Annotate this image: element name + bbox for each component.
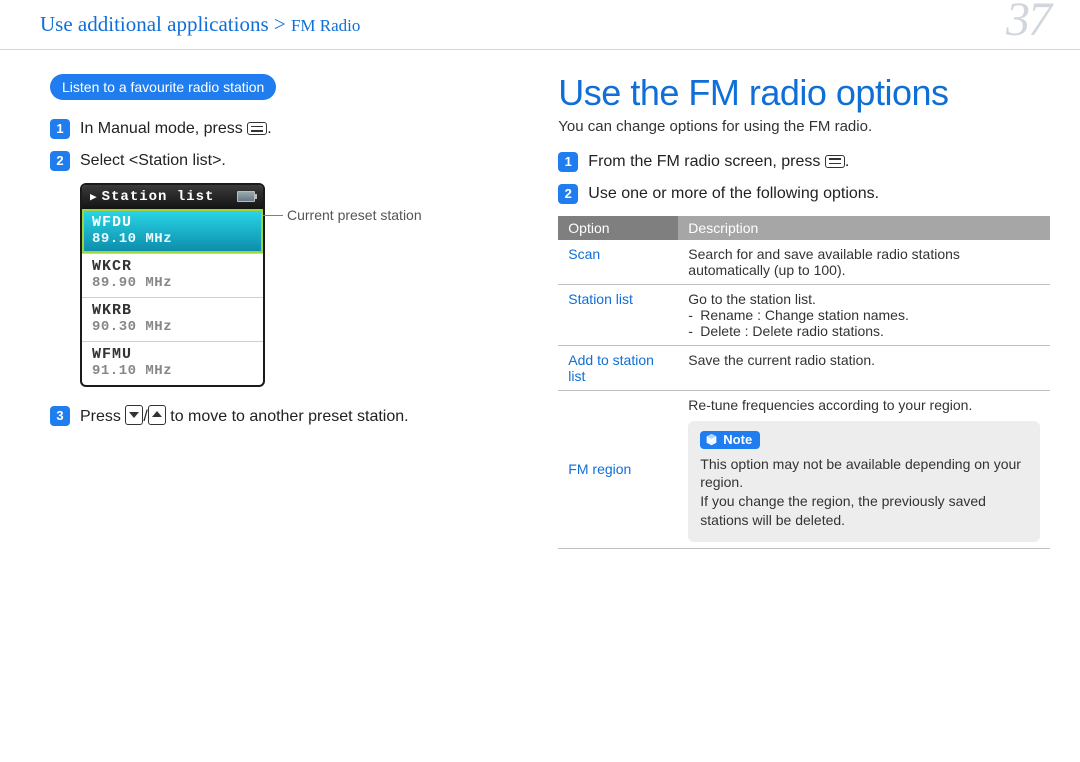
step-text: Use one or more of the following options… <box>588 183 879 205</box>
table-row: FM region Re-tune frequencies according … <box>558 390 1050 549</box>
breadcrumb-main: Use additional applications <box>40 12 269 36</box>
station-list-screenshot: ▶ Station list WFDU 89.10 MHz WKCR 89.90 … <box>80 183 518 387</box>
option-desc: Re-tune frequencies according to your re… <box>678 390 1050 549</box>
list-item: Delete : Delete radio stations. <box>688 323 1040 339</box>
up-key-icon <box>148 405 166 425</box>
page-header: Use additional applications > FM Radio 3… <box>0 0 1080 50</box>
options-header-option: Option <box>558 216 678 240</box>
right-step-1: 1 From the FM radio screen, press . <box>558 151 1050 173</box>
step-text-2: Select <Station list>. <box>80 150 226 172</box>
station-callsign: WKCR <box>92 258 253 275</box>
table-row: Scan Search for and save available radio… <box>558 240 1050 285</box>
step-number-2: 2 <box>50 151 70 171</box>
station-frequency: 89.90 MHz <box>92 275 253 291</box>
station-callsign: WFDU <box>92 214 253 231</box>
step-text: From the FM radio screen, press . <box>588 151 849 173</box>
menu-icon <box>825 155 845 168</box>
options-table: Option Description Scan Search for and s… <box>558 216 1050 550</box>
device-screen: ▶ Station list WFDU 89.10 MHz WKCR 89.90 … <box>80 183 265 387</box>
note-label: Note <box>723 432 752 447</box>
left-step-2: 2 Select <Station list>. <box>50 150 518 172</box>
station-item: WKCR 89.90 MHz <box>82 253 263 297</box>
step-number-2: 2 <box>558 184 578 204</box>
option-name: Add to station list <box>558 345 678 390</box>
down-key-icon <box>125 405 143 425</box>
options-header-description: Description <box>678 216 1050 240</box>
note-text: This option may not be available dependi… <box>700 455 1028 531</box>
option-name: Scan <box>558 240 678 285</box>
station-frequency: 89.10 MHz <box>92 231 253 247</box>
right-column: Use the FM radio options You can change … <box>558 74 1050 549</box>
right-step-2: 2 Use one or more of the following optio… <box>558 183 1050 205</box>
list-item: Rename : Change station names. <box>688 307 1040 323</box>
screenshot-title: Station list <box>102 189 215 205</box>
note-badge: Note <box>700 431 760 449</box>
left-column: Listen to a favourite radio station 1 In… <box>50 74 518 549</box>
play-arrow-icon: ▶ <box>90 192 98 204</box>
table-row: Station list Go to the station list. Ren… <box>558 284 1050 345</box>
station-item-active: WFDU 89.10 MHz <box>82 209 263 253</box>
option-desc: Save the current radio station. <box>678 345 1050 390</box>
station-callsign: WKRB <box>92 302 253 319</box>
callout-line <box>263 215 283 217</box>
section-pill: Listen to a favourite radio station <box>50 74 276 100</box>
note-cube-icon <box>705 433 718 446</box>
step-text-3: Press / to move to another preset statio… <box>80 405 409 428</box>
screenshot-statusbar: ▶ Station list <box>82 185 263 209</box>
step-number-1: 1 <box>558 152 578 172</box>
option-desc: Search for and save available radio stat… <box>678 240 1050 285</box>
step-text-1: In Manual mode, press . <box>80 118 272 140</box>
left-step-3: 3 Press / to move to another preset stat… <box>50 405 518 428</box>
option-desc: Go to the station list. Rename : Change … <box>678 284 1050 345</box>
page-number: 37 <box>1006 0 1050 47</box>
menu-icon <box>247 122 267 135</box>
breadcrumb: Use additional applications > FM Radio <box>40 12 360 36</box>
station-callsign: WFMU <box>92 346 253 363</box>
option-name: Station list <box>558 284 678 345</box>
breadcrumb-sep: > <box>269 12 291 36</box>
callout-label: Current preset station <box>287 207 422 223</box>
breadcrumb-sub: FM Radio <box>291 16 360 35</box>
battery-icon <box>237 191 255 202</box>
station-item: WKRB 90.30 MHz <box>82 297 263 341</box>
table-row: Add to station list Save the current rad… <box>558 345 1050 390</box>
step-number-1: 1 <box>50 119 70 139</box>
section-subtitle: You can change options for using the FM … <box>558 118 1050 135</box>
option-name: FM region <box>558 390 678 549</box>
station-frequency: 90.30 MHz <box>92 319 253 335</box>
station-item: WFMU 91.10 MHz <box>82 341 263 385</box>
step-number-3: 3 <box>50 406 70 426</box>
left-step-1: 1 In Manual mode, press . <box>50 118 518 140</box>
section-title: Use the FM radio options <box>558 74 1050 112</box>
station-frequency: 91.10 MHz <box>92 363 253 379</box>
note-box: Note This option may not be available de… <box>688 421 1040 543</box>
